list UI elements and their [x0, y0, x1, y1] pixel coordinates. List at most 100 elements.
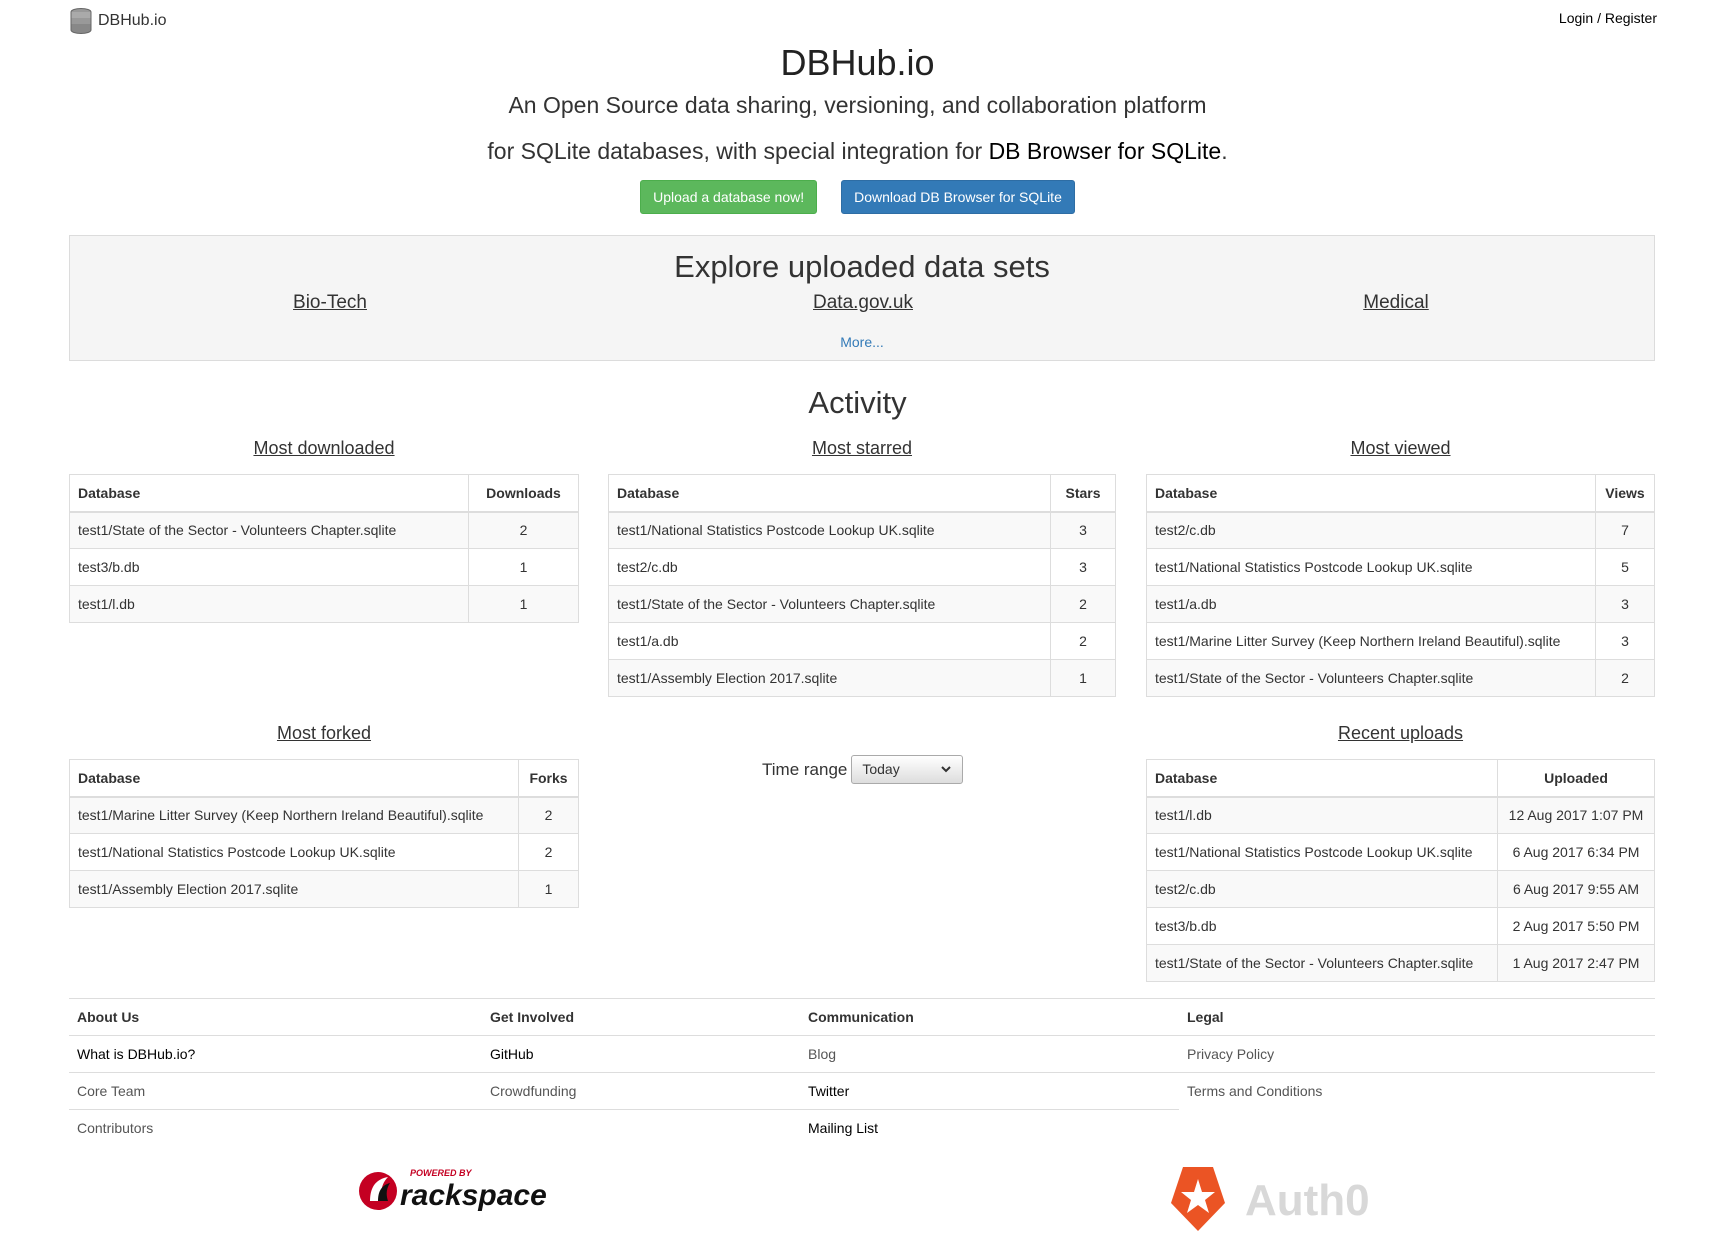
database-link[interactable]: test2/c.db	[608, 548, 1051, 586]
tagline-line-1: An Open Source data sharing, versioning,…	[508, 92, 1207, 118]
recent-uploads-title[interactable]: Recent uploads	[1146, 721, 1655, 749]
footer-link[interactable]: Twitter	[800, 1073, 1179, 1110]
footer-link[interactable]: Terms and Conditions	[1179, 1073, 1655, 1110]
column-header: Database	[1146, 759, 1498, 798]
star-count: 1	[1050, 659, 1116, 697]
database-link[interactable]: test1/l.db	[1146, 796, 1498, 834]
footer-heading: About Us	[69, 999, 482, 1036]
database-link[interactable]: test1/State of the Sector - Volunteers C…	[608, 585, 1051, 623]
auth-separator: /	[1597, 10, 1601, 26]
brand-link[interactable]: DBHub.io	[69, 8, 166, 34]
rackspace-name-text: rackspace	[400, 1179, 547, 1212]
database-link[interactable]: test3/b.db	[1146, 907, 1498, 945]
view-count: 7	[1595, 511, 1655, 549]
database-link[interactable]: test1/National Statistics Postcode Looku…	[1146, 548, 1596, 586]
database-link[interactable]: test1/State of the Sector - Volunteers C…	[1146, 659, 1596, 697]
footer-link[interactable]: GitHub	[482, 1036, 800, 1073]
database-link[interactable]: test3/b.db	[69, 548, 469, 586]
rackspace-logo[interactable]: POWERED BY rackspace	[358, 1165, 560, 1213]
hero-buttons: Upload a database now! Download DB Brows…	[0, 180, 1715, 214]
most-downloaded-title[interactable]: Most downloaded	[69, 436, 579, 464]
view-count: 2	[1595, 659, 1655, 697]
upload-button[interactable]: Upload a database now!	[640, 180, 818, 214]
star-count: 3	[1050, 548, 1116, 586]
database-icon	[70, 8, 92, 34]
database-link[interactable]: test2/c.db	[1146, 870, 1498, 908]
view-count: 3	[1595, 622, 1655, 660]
auth-links: Login / Register	[1559, 10, 1657, 26]
star-count: 2	[1050, 622, 1116, 660]
table-row: test1/National Statistics Postcode Looku…	[1146, 548, 1655, 586]
most-viewed-table: Database Views test2/c.db 7 test1/National…	[1146, 474, 1655, 697]
footer-link[interactable]: Blog	[800, 1036, 1179, 1073]
database-link[interactable]: test1/Marine Litter Survey (Keep Norther…	[69, 796, 519, 834]
database-link[interactable]: test1/Assembly Election 2017.sqlite	[69, 870, 519, 908]
table-row: test1/l.db 1	[69, 585, 579, 623]
footer-about: About Us What is DBHub.io? Core Team Con…	[69, 999, 482, 1147]
time-range-value: Today	[862, 761, 900, 777]
footer-link[interactable]: Crowdfunding	[482, 1073, 800, 1110]
column-header: Database	[69, 474, 469, 513]
footer-communication: Communication Blog Twitter Mailing List	[800, 999, 1179, 1147]
database-link[interactable]: test1/Assembly Election 2017.sqlite	[608, 659, 1051, 697]
login-link[interactable]: Login	[1559, 10, 1593, 26]
activity-title: Activity	[808, 385, 907, 420]
footer-link[interactable]: What is DBHub.io?	[69, 1036, 482, 1073]
column-header: Database	[69, 759, 519, 798]
download-button[interactable]: Download DB Browser for SQLite	[841, 180, 1075, 214]
view-count: 3	[1595, 585, 1655, 623]
column-header: Database	[608, 474, 1051, 513]
database-link[interactable]: test1/Marine Litter Survey (Keep Norther…	[1146, 622, 1596, 660]
db-browser-link[interactable]: DB Browser for SQLite	[989, 138, 1222, 164]
footer-involved: Get Involved GitHub Crowdfunding	[482, 999, 800, 1110]
database-link[interactable]: test1/State of the Sector - Volunteers C…	[69, 511, 469, 549]
database-link[interactable]: test1/National Statistics Postcode Looku…	[608, 511, 1051, 549]
footer-link[interactable]: Mailing List	[800, 1110, 1179, 1147]
footer-link[interactable]: Core Team	[69, 1073, 482, 1110]
column-header: Views	[1595, 474, 1655, 513]
upload-date: 6 Aug 2017 9:55 AM	[1497, 870, 1655, 908]
most-forked-panel: Most forked Database Forks test1/Marine L…	[69, 721, 579, 908]
database-link[interactable]: test1/National Statistics Postcode Looku…	[69, 833, 519, 871]
category-datagovuk[interactable]: Data.gov.uk	[813, 292, 913, 314]
table-row: test3/b.db 2 Aug 2017 5:50 PM	[1146, 907, 1655, 945]
download-count: 2	[468, 511, 579, 549]
column-header: Database	[1146, 474, 1596, 513]
column-header: Downloads	[468, 474, 579, 513]
most-downloaded-table: Database Downloads test1/State of the Sec…	[69, 474, 579, 623]
database-link[interactable]: test1/State of the Sector - Volunteers C…	[1146, 944, 1498, 982]
table-row: test1/a.db 3	[1146, 585, 1655, 623]
table-row: test2/c.db 6 Aug 2017 9:55 AM	[1146, 870, 1655, 908]
most-starred-title[interactable]: Most starred	[608, 436, 1116, 464]
footer-heading: Get Involved	[482, 999, 800, 1036]
rackspace-powered-text: POWERED BY	[410, 1168, 473, 1178]
footer-link[interactable]: Contributors	[69, 1110, 482, 1147]
view-count: 5	[1595, 548, 1655, 586]
most-viewed-title[interactable]: Most viewed	[1146, 436, 1655, 464]
time-range-select[interactable]: Today	[851, 755, 964, 784]
most-forked-table: Database Forks test1/Marine Litter Survey…	[69, 759, 579, 908]
database-link[interactable]: test1/a.db	[1146, 585, 1596, 623]
category-biotech[interactable]: Bio-Tech	[293, 292, 367, 314]
page-title: DBHub.io	[780, 42, 935, 83]
hero: DBHub.io An Open Source data sharing, ve…	[0, 40, 1715, 166]
explore-panel: Explore uploaded data sets Bio-Tech Data…	[69, 235, 1655, 361]
table-row: test1/National Statistics Postcode Looku…	[1146, 833, 1655, 871]
table-row: test1/Assembly Election 2017.sqlite 1	[608, 659, 1116, 697]
database-link[interactable]: test1/l.db	[69, 585, 469, 623]
database-link[interactable]: test1/a.db	[608, 622, 1051, 660]
top-navbar: DBHub.io Login / Register	[0, 0, 1715, 40]
footer-link[interactable]: Privacy Policy	[1179, 1036, 1655, 1073]
database-link[interactable]: test1/National Statistics Postcode Looku…	[1146, 833, 1498, 871]
category-medical[interactable]: Medical	[1363, 292, 1428, 314]
more-categories-link[interactable]: More...	[70, 334, 1654, 350]
auth0-logo[interactable]: Auth0	[1165, 1165, 1375, 1235]
most-forked-title[interactable]: Most forked	[69, 721, 579, 749]
footer-legal: Legal Privacy Policy Terms and Condition…	[1179, 999, 1655, 1110]
register-link[interactable]: Register	[1605, 10, 1657, 26]
time-range-control: Time range Today	[762, 755, 964, 784]
table-row: test1/National Statistics Postcode Looku…	[69, 833, 579, 871]
tagline-line-2: for SQLite databases, with special integ…	[0, 136, 1715, 166]
database-link[interactable]: test2/c.db	[1146, 511, 1596, 549]
upload-date: 12 Aug 2017 1:07 PM	[1497, 796, 1655, 834]
